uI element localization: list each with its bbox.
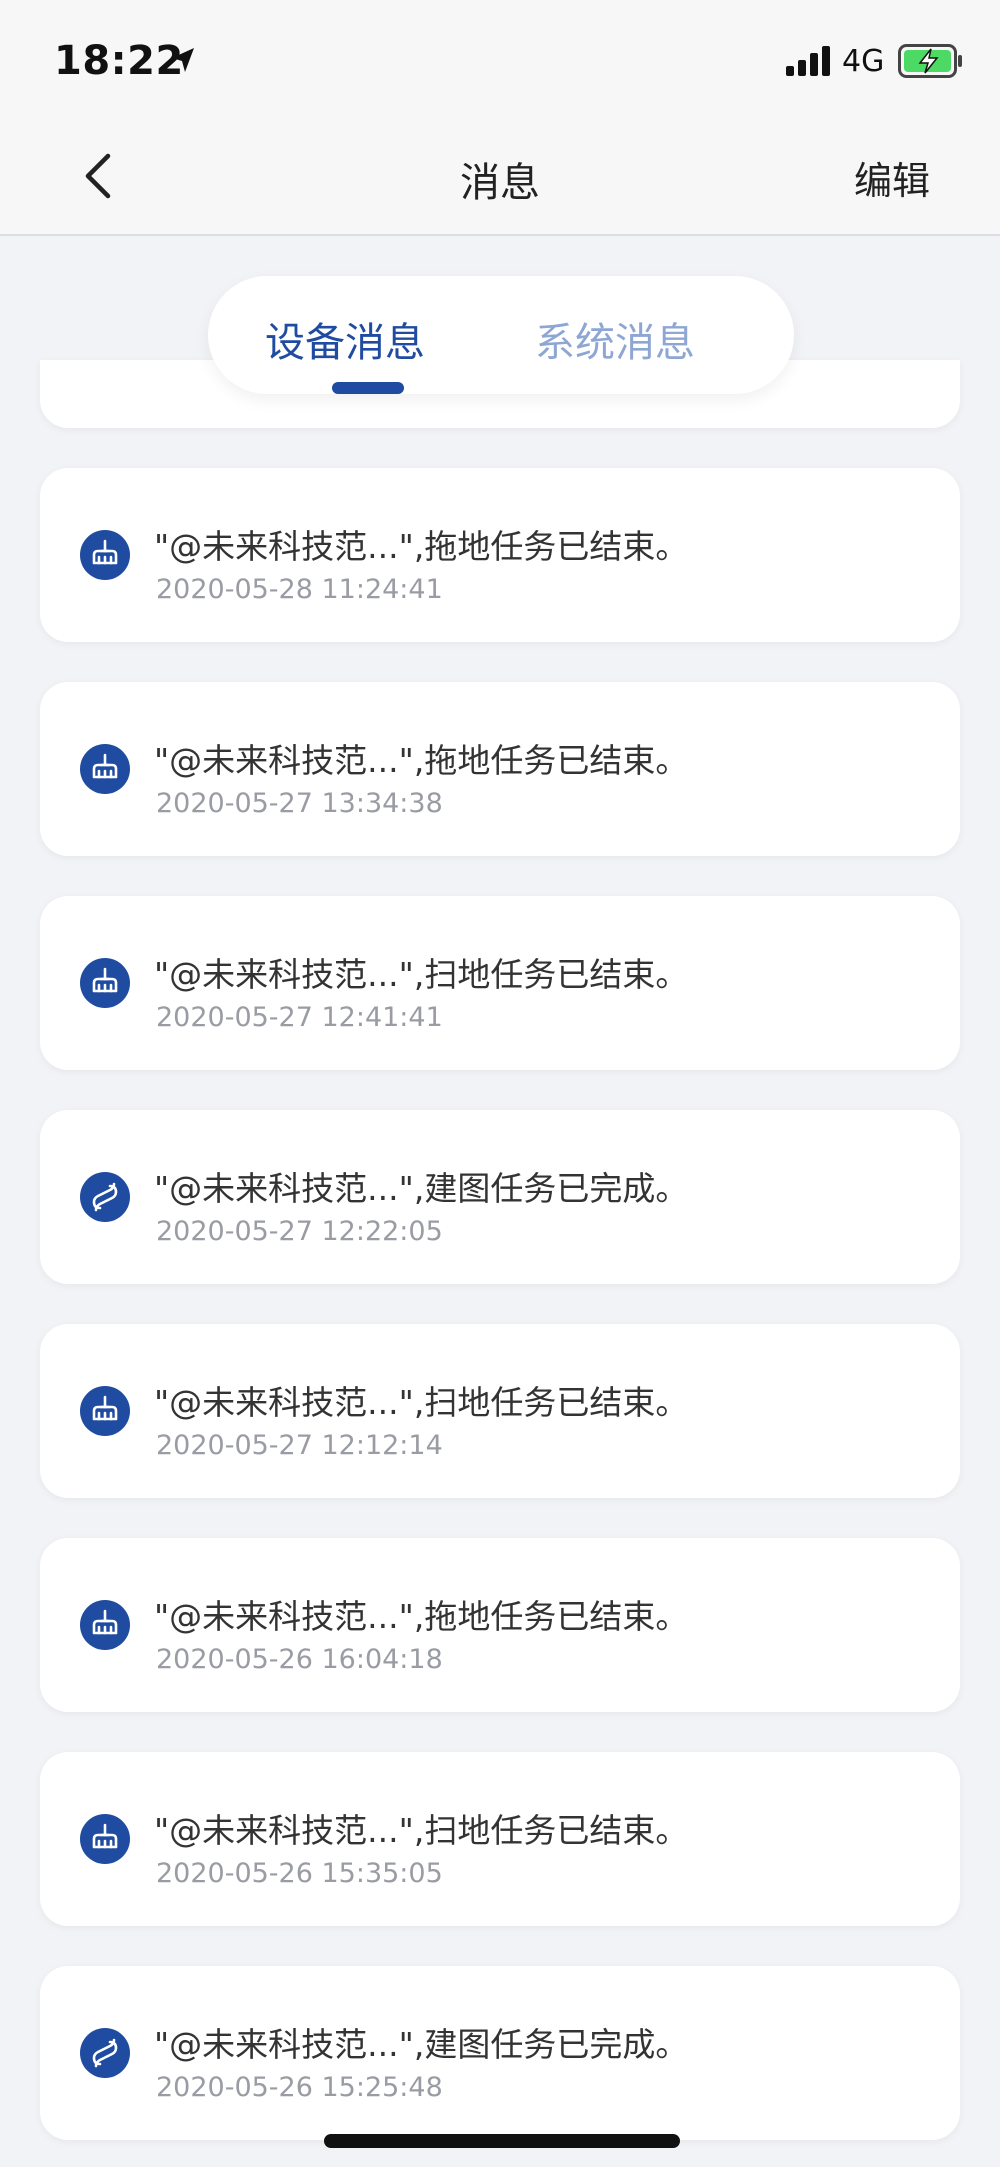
home-indicator — [324, 2134, 680, 2148]
edit-button[interactable]: 编辑 — [854, 150, 930, 205]
network-type-label: 4G — [842, 44, 885, 79]
mop-icon — [80, 1600, 130, 1650]
message-type-tabs: 设备消息 系统消息 — [208, 276, 794, 394]
mop-icon — [80, 1386, 130, 1436]
location-arrow-icon — [172, 48, 194, 72]
message-item-4[interactable]: "@未来科技范...",建图任务已完成。 2020-05-27 12:22:05 — [40, 1110, 960, 1284]
page-title: 消息 — [460, 160, 540, 206]
message-timestamp: 2020-05-27 12:22:05 — [156, 1216, 443, 1247]
message-timestamp: 2020-05-26 15:25:48 — [156, 2072, 443, 2103]
tab-device-messages[interactable]: 设备消息 — [230, 310, 460, 368]
message-text: "@未来科技范...",建图任务已完成。 — [154, 2025, 689, 2064]
messages-screen: 18:22 4G 消息 编辑 设备消息 系统消息 "@未来科技范...",拖地任… — [0, 0, 1000, 2167]
message-item-3[interactable]: "@未来科技范...",扫地任务已结束。 2020-05-27 12:41:41 — [40, 896, 960, 1070]
message-text: "@未来科技范...",扫地任务已结束。 — [154, 1383, 689, 1422]
message-timestamp: 2020-05-27 12:12:14 — [156, 1430, 443, 1461]
message-item-6[interactable]: "@未来科技范...",拖地任务已结束。 2020-05-26 16:04:18 — [40, 1538, 960, 1712]
message-timestamp: 2020-05-27 13:34:38 — [156, 788, 443, 819]
message-timestamp: 2020-05-27 12:41:41 — [156, 1002, 443, 1033]
message-timestamp: 2020-05-26 15:35:05 — [156, 1858, 443, 1889]
message-text: "@未来科技范...",拖地任务已结束。 — [154, 1597, 689, 1636]
message-text: "@未来科技范...",扫地任务已结束。 — [154, 955, 689, 994]
map-build-icon — [80, 2028, 130, 2078]
active-tab-indicator — [332, 382, 404, 394]
message-text: "@未来科技范...",扫地任务已结束。 — [154, 1811, 689, 1850]
mop-icon — [80, 958, 130, 1008]
battery-charging-icon — [898, 44, 962, 78]
message-item-8[interactable]: "@未来科技范...",建图任务已完成。 2020-05-26 15:25:48 — [40, 1966, 960, 2140]
tab-system-messages[interactable]: 系统消息 — [500, 310, 730, 368]
message-timestamp: 2020-05-28 11:24:41 — [156, 574, 443, 605]
message-timestamp: 2020-05-26 16:04:18 — [156, 1644, 443, 1675]
mop-icon — [80, 530, 130, 580]
mop-icon — [80, 1814, 130, 1864]
nav-bar: 消息 编辑 — [0, 110, 1000, 236]
message-text: "@未来科技范...",拖地任务已结束。 — [154, 741, 689, 780]
status-bar: 18:22 4G — [0, 0, 1000, 110]
message-item-7[interactable]: "@未来科技范...",扫地任务已结束。 2020-05-26 15:35:05 — [40, 1752, 960, 1926]
cellular-signal-icon — [786, 46, 830, 76]
map-build-icon — [80, 1172, 130, 1222]
message-text: "@未来科技范...",建图任务已完成。 — [154, 1169, 689, 1208]
message-item-2[interactable]: "@未来科技范...",拖地任务已结束。 2020-05-27 13:34:38 — [40, 682, 960, 856]
message-item-1[interactable]: "@未来科技范...",拖地任务已结束。 2020-05-28 11:24:41 — [40, 468, 960, 642]
mop-icon — [80, 744, 130, 794]
message-item-5[interactable]: "@未来科技范...",扫地任务已结束。 2020-05-27 12:12:14 — [40, 1324, 960, 1498]
message-text: "@未来科技范...",拖地任务已结束。 — [154, 527, 689, 566]
status-time: 18:22 — [54, 38, 184, 84]
